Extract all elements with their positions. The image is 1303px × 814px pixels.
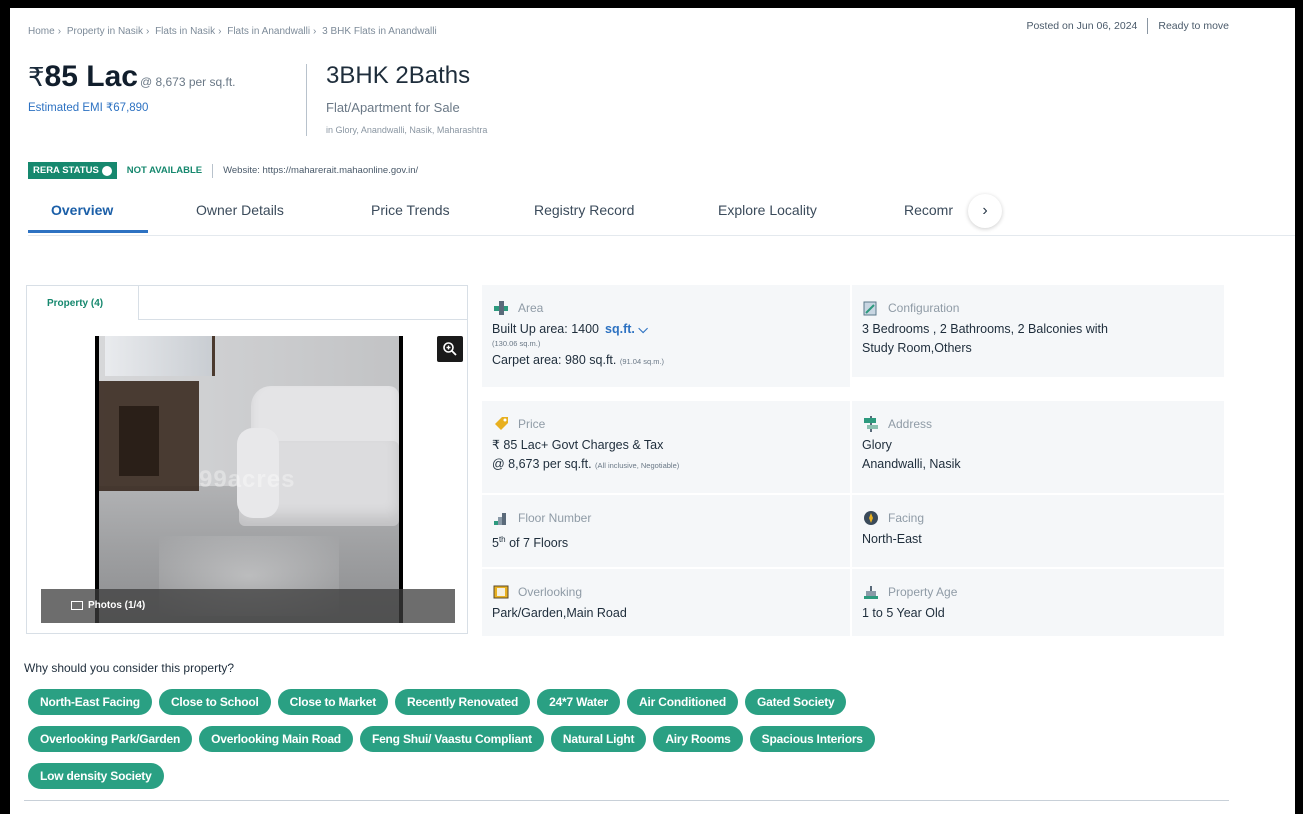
property-type: Flat/Apartment for Sale [326, 100, 460, 115]
rera-badge[interactable]: RERA STATUS [28, 162, 117, 179]
rera-value: NOT AVAILABLE [126, 165, 203, 176]
area-icon [492, 299, 510, 317]
property-config-title: 3BHK 2Baths [326, 62, 471, 89]
tab-registry-record[interactable]: Registry Record [534, 202, 634, 218]
photo-viewer[interactable]: 99acres Photos (1/4) [41, 336, 463, 623]
posted-date: Posted on Jun 06, 2024 [1026, 20, 1138, 32]
highlight-chip[interactable]: Gated Society [745, 689, 847, 715]
tab-owner-details[interactable]: Owner Details [196, 202, 284, 218]
tab-overview[interactable]: Overview [51, 202, 113, 218]
highlights-chips: North-East Facing Close to School Close … [28, 689, 1108, 800]
property-location: in Glory, Anandwalli, Nasik, Maharashtra [326, 125, 488, 135]
price-amount: 85 Lac [44, 60, 138, 93]
highlight-chip[interactable]: Air Conditioned [627, 689, 739, 715]
highlight-chip[interactable]: Overlooking Park/Garden [28, 726, 193, 752]
possession-status: Ready to move [1158, 20, 1229, 32]
section-divider [24, 800, 1229, 801]
detail-configuration: Configuration 3 Bedrooms , 2 Bathrooms, … [852, 285, 1224, 377]
section-tabs: Overview Owner Details Price Trends Regi… [28, 194, 1297, 236]
highlight-chip[interactable]: Low density Society [28, 763, 164, 789]
tab-recommendations[interactable]: Recomr [904, 202, 953, 218]
highlight-chip[interactable]: Feng Shui/ Vaastu Compliant [359, 726, 544, 752]
photo-count-bar[interactable]: Photos (1/4) [41, 589, 455, 623]
detail-floor: Floor Number 5th of 7 Floors [482, 495, 850, 567]
property-photo[interactable]: 99acres [99, 336, 399, 623]
active-tab-indicator [28, 230, 148, 233]
tab-price-trends[interactable]: Price Trends [371, 202, 450, 218]
signpost-icon [862, 415, 880, 433]
highlight-chip[interactable]: Airy Rooms [653, 726, 743, 752]
compass-icon [862, 509, 880, 527]
detail-property-age: Property Age 1 to 5 Year Old [852, 569, 1224, 636]
configuration-icon [862, 299, 880, 317]
detail-facing: Facing North-East [852, 495, 1224, 567]
price-tag-icon [492, 415, 510, 433]
unit-dropdown[interactable]: sq.ft. ⌵ [605, 322, 648, 336]
highlight-chip[interactable]: Close to School [158, 689, 271, 715]
highlight-chip[interactable]: Natural Light [550, 726, 647, 752]
header-divider [306, 64, 307, 136]
highlight-chip[interactable]: North-East Facing [28, 689, 152, 715]
listing-page: Home › Property in Nasik › Flats in Nasik ›… [10, 8, 1297, 814]
property-details-grid: Area Built Up area: 1400 sq.ft. ⌵ (130.06… [482, 285, 1224, 636]
building-age-icon [862, 583, 880, 601]
price-per-sqft: @ 8,673 per sq.ft. [139, 75, 236, 89]
watermark: 99acres [199, 466, 296, 493]
detail-price: Price ₹ 85 Lac+ Govt Charges & Tax @ 8,67… [482, 401, 850, 493]
detail-overlooking: Overlooking Park/Garden,Main Road [482, 569, 850, 636]
detail-area: Area Built Up area: 1400 sq.ft. ⌵ (130.06… [482, 285, 850, 387]
highlight-chip[interactable]: Close to Market [277, 689, 388, 715]
breadcrumb-item[interactable]: Home [28, 26, 55, 37]
tab-explore-locality[interactable]: Explore Locality [718, 202, 817, 218]
highlight-chip[interactable]: Spacious Interiors [749, 726, 875, 752]
floor-stairs-icon [492, 509, 510, 527]
rera-website[interactable]: Website: https://maharerait.mahaonline.g… [223, 165, 418, 176]
photo-icon [71, 601, 83, 610]
detail-address: Address Glory Anandwalli, Nasik [852, 401, 1224, 493]
highlight-chip[interactable]: 24*7 Water [537, 689, 621, 715]
photos-count: Photos (1/4) [88, 600, 146, 611]
highlight-chip[interactable]: Overlooking Main Road [199, 726, 353, 752]
window-view-icon [492, 583, 510, 601]
why-consider-title: Why should you consider this property? [24, 661, 235, 675]
breadcrumb-item[interactable]: Flats in Anandwalli [227, 26, 310, 37]
currency-symbol: ₹ [28, 62, 45, 92]
breadcrumb-item[interactable]: 3 BHK Flats in Anandwalli [322, 26, 437, 37]
rera-status: RERA STATUS NOT AVAILABLE Website: https… [28, 162, 418, 179]
posted-info: Posted on Jun 06, 2024 Ready to move [1026, 18, 1229, 34]
zoom-in-icon[interactable] [437, 336, 463, 362]
emi-link[interactable]: Estimated EMI ₹67,890 [28, 100, 236, 114]
title-block: 3BHK 2Baths Flat/Apartment for Sale in G… [326, 62, 487, 135]
breadcrumb-item[interactable]: Property in Nasik [67, 26, 143, 37]
info-icon [101, 165, 112, 176]
gallery-tab-property[interactable]: Property (4) [27, 286, 139, 320]
photo-gallery: Property (4) 99acres Photos (1/4) [26, 285, 468, 634]
chevron-right-icon[interactable]: › [968, 194, 1002, 228]
highlight-chip[interactable]: Recently Renovated [395, 689, 531, 715]
breadcrumb: Home › Property in Nasik › Flats in Nasik ›… [28, 26, 437, 37]
breadcrumb-item[interactable]: Flats in Nasik [155, 26, 215, 37]
price-block: ₹ 85 Lac @ 8,673 per sq.ft. Estimated EM… [28, 60, 236, 114]
